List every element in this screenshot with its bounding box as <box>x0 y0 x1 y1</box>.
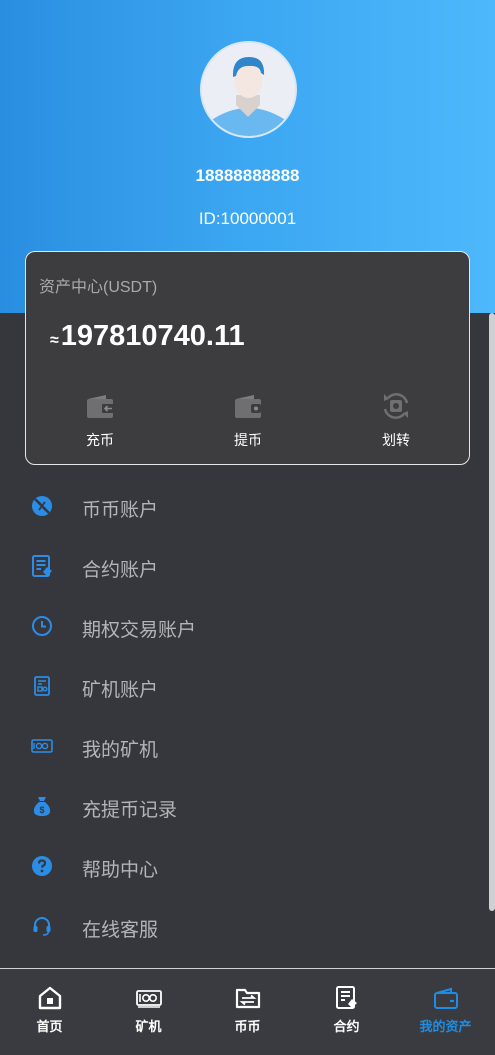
tab-label: 合约 <box>333 1019 360 1034</box>
tab-my-assets[interactable]: 我的资产 <box>396 969 495 1055</box>
transfer-label: 划转 <box>382 432 410 448</box>
tab-spot[interactable]: 币币 <box>198 969 297 1055</box>
menu-item-label: 帮助中心 <box>82 860 159 881</box>
asset-card-title: 资产中心(USDT) <box>39 279 158 296</box>
wallet-deposit-icon <box>87 395 114 418</box>
help-icon <box>32 856 52 876</box>
menu-item-label: 充提币记录 <box>82 800 178 821</box>
menu-item-help-center[interactable]: 帮助中心 <box>0 836 489 896</box>
avatar[interactable] <box>200 41 297 138</box>
deposit-button[interactable]: 充币 <box>60 390 140 450</box>
menu-item-label: 矿机账户 <box>82 680 159 701</box>
tab-contract[interactable]: 合约 <box>297 969 396 1055</box>
deposit-label: 充币 <box>86 432 114 448</box>
approx-symbol: ≈ <box>50 332 59 349</box>
wallet-withdraw-icon <box>235 395 261 418</box>
miner-icon <box>135 990 162 1008</box>
user-avatar-icon <box>202 43 295 136</box>
menu-item-deposit-withdraw-records[interactable]: $ 充提币记录 <box>0 776 489 836</box>
headset-icon <box>33 917 51 936</box>
asset-amount: 197810740.11 <box>60 320 245 352</box>
menu-item-label: 合约账户 <box>82 560 159 581</box>
menu-item-contract-account[interactable]: 合约账户 <box>0 536 489 596</box>
home-icon <box>38 986 61 1010</box>
miner-account-icon <box>34 676 50 696</box>
withdraw-label: 提币 <box>234 432 262 448</box>
user-id: ID:10000001 <box>198 209 297 228</box>
contract-account-icon <box>32 555 52 577</box>
money-bag-icon: $ <box>33 797 51 816</box>
clock-icon <box>32 616 52 636</box>
asset-card: 资产中心(USDT) ≈ 197810740.11 充币 提币 划转 <box>25 251 470 465</box>
exchange-folder-icon <box>235 988 260 1009</box>
menu-item-label: 期权交易账户 <box>82 620 197 641</box>
wallet-icon <box>433 987 458 1009</box>
transfer-icon <box>383 393 409 419</box>
svg-text:$: $ <box>39 805 44 815</box>
tab-label: 我的资产 <box>419 1019 472 1034</box>
tab-home[interactable]: 首页 <box>0 969 99 1055</box>
withdraw-button[interactable]: 提币 <box>208 390 288 450</box>
asset-actions: 充币 提币 划转 <box>26 390 471 450</box>
menu-item-label: 币币账户 <box>82 500 159 521</box>
tab-label: 币币 <box>234 1019 261 1034</box>
scrollbar[interactable] <box>489 313 495 911</box>
menu-item-options-account[interactable]: 期权交易账户 <box>0 596 489 656</box>
contract-icon <box>335 986 357 1009</box>
asset-total: ≈ 197810740.11 <box>50 320 245 353</box>
menu-item-miner-account[interactable]: 矿机账户 <box>0 656 489 716</box>
menu-item-coin-account[interactable]: 币币账户 <box>0 476 489 536</box>
menu-item-label: 在线客服 <box>82 920 159 941</box>
menu-item-online-support[interactable]: 在线客服 <box>0 896 489 956</box>
coin-account-icon <box>32 496 52 516</box>
menu-item-label: 我的矿机 <box>82 740 159 761</box>
miner-icon <box>31 739 53 753</box>
tab-label: 首页 <box>36 1019 63 1034</box>
account-menu: 币币账户 合约账户 期权交易账户 矿机账户 我的矿机 $ 充提币记录 帮助中心 … <box>0 476 489 956</box>
user-phone: 18888888888 <box>195 166 300 185</box>
tab-label: 矿机 <box>135 1019 162 1034</box>
menu-item-my-miner[interactable]: 我的矿机 <box>0 716 489 776</box>
transfer-button[interactable]: 划转 <box>356 390 436 450</box>
tab-miner[interactable]: 矿机 <box>99 969 198 1055</box>
bottom-tab-bar: 首页 矿机 币币 合约 我的资产 <box>0 968 495 1055</box>
